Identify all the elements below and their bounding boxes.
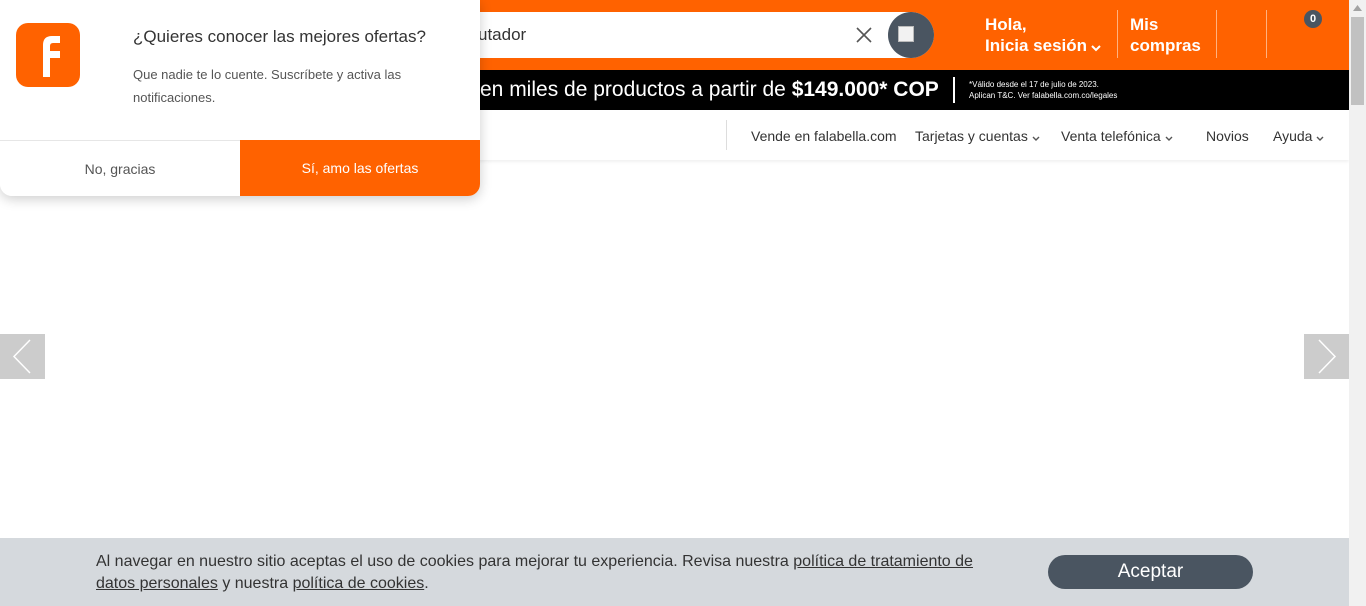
cookie-message: Al navegar en nuestro sitio aceptas el u… — [96, 551, 1016, 595]
my-orders-line2: compras — [1130, 36, 1201, 55]
nav-sell-label: Vende en falabella.com — [751, 128, 897, 144]
chevron-right-icon — [1318, 339, 1337, 374]
nav-phone-sales-label: Venta telefónica — [1061, 128, 1161, 144]
cookie-banner: Al navegar en nuestro sitio aceptas el u… — [0, 538, 1349, 606]
header-divider — [1117, 10, 1118, 58]
modal-title: ¿Quieres conocer las mejores ofertas? — [133, 27, 426, 46]
scroll-up-icon[interactable] — [1353, 5, 1362, 11]
accept-cookies-button[interactable]: Aceptar — [1048, 555, 1253, 589]
carousel-next-button[interactable] — [1304, 334, 1349, 379]
nav-cards-label: Tarjetas y cuentas — [915, 128, 1028, 144]
chevron-down-icon — [1031, 129, 1041, 145]
broken-image-icon — [898, 26, 914, 42]
cookie-text-end: . — [424, 575, 429, 592]
chevron-left-icon — [12, 339, 31, 374]
chevron-down-icon — [1090, 36, 1102, 57]
cart-count-badge: 0 — [1304, 10, 1322, 28]
chevron-down-icon — [1164, 129, 1174, 145]
nav-sell[interactable]: Vende en falabella.com — [751, 128, 897, 144]
modal-body: Que nadie te lo cuente. Suscríbete y act… — [133, 67, 402, 105]
nav-help[interactable]: Ayuda — [1273, 128, 1325, 145]
promo-legal: *Válido desde el 17 de julio de 2023. Ap… — [969, 79, 1117, 101]
promo-legal-line1: *Válido desde el 17 de julio de 2023. — [969, 80, 1099, 89]
decline-button[interactable]: No, gracias — [0, 140, 240, 196]
login-button[interactable]: Hola, Inicia sesión — [985, 14, 1102, 57]
login-greeting: Hola, — [985, 15, 1027, 34]
promo-text-line: en miles de productos a partir de $149.0… — [480, 78, 939, 102]
accept-notifications-button[interactable]: Sí, amo las ofertas — [240, 140, 480, 196]
cookie-policy-link[interactable]: política de cookies — [293, 575, 425, 592]
header-divider — [1216, 10, 1217, 58]
promo-price: $149.000* COP — [791, 78, 939, 101]
nav-cards[interactable]: Tarjetas y cuentas — [915, 128, 1041, 145]
notification-prompt: ¿Quieres conocer las mejores ofertas? Qu… — [0, 0, 480, 196]
login-label: Inicia sesión — [985, 36, 1088, 55]
promo-legal-line2: Aplican T&C. Ver falabella.com.co/legale… — [969, 91, 1118, 100]
my-orders-button[interactable]: Mis compras — [1130, 14, 1201, 56]
page-scrollbar[interactable] — [1349, 0, 1366, 606]
nav-phone-sales[interactable]: Venta telefónica — [1061, 128, 1174, 145]
falabella-logo — [16, 23, 80, 87]
my-orders-line1: Mis — [1130, 15, 1159, 34]
nav-wedding-label: Novios — [1206, 128, 1249, 144]
cart-button[interactable]: 0 — [1290, 8, 1330, 48]
search-bar — [440, 12, 934, 58]
search-button[interactable] — [888, 12, 934, 58]
scrollbar-thumb[interactable] — [1351, 17, 1364, 105]
chevron-down-icon — [1315, 129, 1325, 145]
carousel-prev-button[interactable] — [0, 334, 45, 379]
nav-help-label: Ayuda — [1273, 128, 1313, 144]
search-input[interactable] — [478, 23, 848, 47]
promo-text: en miles de productos a partir de — [480, 78, 786, 101]
cookie-text-middle: y nuestra — [222, 575, 289, 592]
promo-divider — [953, 77, 955, 103]
nav-divider — [726, 120, 727, 150]
cookie-text: Al navegar en nuestro sitio aceptas el u… — [96, 553, 789, 570]
clear-search-icon[interactable] — [854, 25, 874, 45]
header-divider — [1266, 10, 1267, 58]
nav-wedding[interactable]: Novios — [1206, 128, 1249, 144]
